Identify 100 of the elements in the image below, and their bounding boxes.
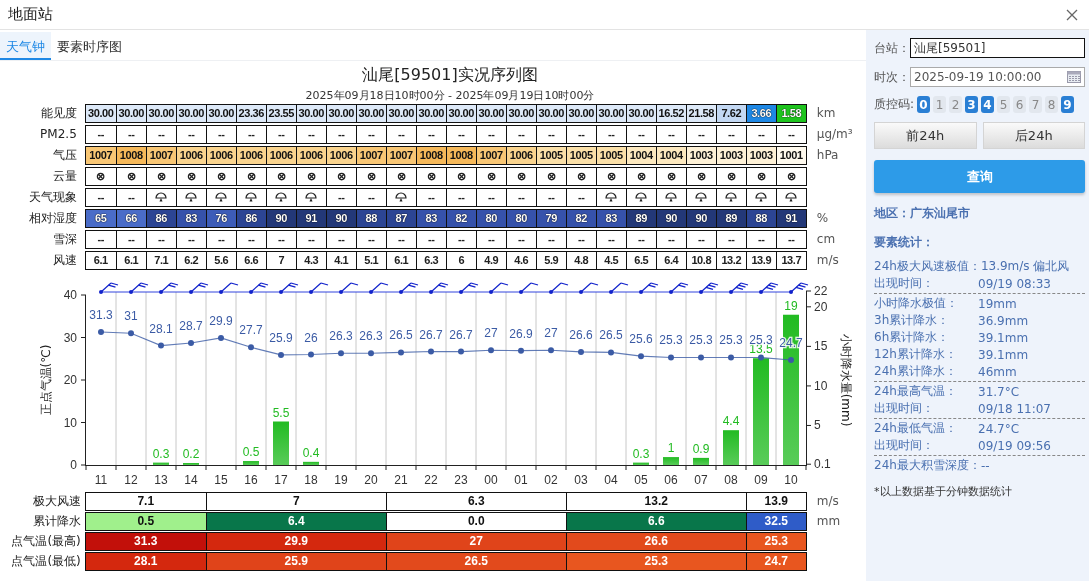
temperature-point	[428, 348, 434, 355]
chart-title: 汕尾[59501]实况序列图	[361, 65, 539, 86]
axis-tick-label: 08	[724, 473, 738, 487]
table-cell: 1.58	[775, 104, 806, 122]
stat-value: 36.9mm	[978, 313, 1029, 328]
table-cell: 79	[535, 209, 566, 227]
table-cell: 83	[415, 209, 446, 227]
qc-code-toggle[interactable]: 8	[1045, 96, 1059, 113]
stat-label: 出现时间：	[874, 275, 935, 292]
close-icon[interactable]	[1066, 8, 1078, 21]
qc-code-toggle[interactable]: 6	[1013, 96, 1027, 113]
precipitation-bar	[303, 461, 319, 465]
stat-value: 39.1mm	[978, 330, 1029, 345]
axis-tick-label: 22	[814, 284, 828, 298]
qc-code-toggle[interactable]: 7	[1029, 96, 1043, 113]
qc-code-toggle[interactable]: 1	[933, 96, 947, 113]
shower-icon	[305, 191, 318, 203]
qc-code-toggle[interactable]: 0	[917, 96, 931, 113]
temperature-point	[638, 353, 644, 360]
temperature-point	[548, 347, 554, 354]
table-cell: 21.58	[685, 104, 716, 122]
table-cell: 80	[505, 209, 536, 227]
table-cell: 89	[625, 209, 656, 227]
query-button[interactable]: 查询	[874, 160, 1085, 193]
axis-tick-label: 0.1	[814, 457, 831, 472]
stat-value: 09/18 11:07	[978, 401, 1051, 416]
axis-tick-label: 15	[214, 473, 228, 487]
table-cell: 91	[775, 209, 806, 227]
temperature-point	[338, 350, 344, 357]
data-label: 27	[544, 326, 558, 341]
row-label: PM2.5	[39, 127, 78, 141]
shower-icon	[605, 191, 618, 203]
data-label: 26.3	[329, 329, 353, 344]
table-cell: 1006	[175, 146, 206, 164]
tab[interactable]: 要素时序图	[51, 32, 128, 60]
precipitation-bar	[693, 457, 709, 465]
qc-code-toggle[interactable]: 9	[1061, 96, 1075, 113]
shower-icon	[185, 191, 198, 203]
date-field[interactable]: 2025-09-19 10:00:00	[910, 67, 1085, 87]
shower-icon	[155, 191, 168, 203]
temperature-point	[398, 349, 404, 356]
row-label: 点气温(最高)	[11, 532, 81, 550]
data-label: 26	[304, 330, 318, 345]
shower-icon	[665, 191, 678, 203]
field-label: 质控码:	[874, 96, 915, 113]
temperature-point	[788, 357, 794, 364]
temperature-point	[578, 348, 584, 355]
table-cell: 1005	[565, 146, 596, 164]
table-cell: 30.00	[445, 104, 476, 122]
stat-value: 31.7°C	[978, 384, 1020, 399]
table-cell: 23.36	[235, 104, 266, 122]
temperature-point	[188, 340, 194, 347]
table-cell: 1008	[415, 146, 446, 164]
axis-tick-label: 18	[304, 473, 318, 487]
axis-tick-label: 21	[394, 473, 408, 487]
table-cell: 7.62	[715, 104, 746, 122]
qc-code-toggle[interactable]: 4	[981, 96, 995, 113]
axis-tick-label: 23	[454, 473, 468, 487]
axis-tick-label: 09	[754, 473, 768, 487]
table-cell: 1004	[625, 146, 656, 164]
table-cell: 24.7	[745, 552, 806, 570]
table-cell: 32.5	[745, 512, 806, 530]
precipitation-bar	[153, 462, 169, 465]
table-cell: 86	[235, 209, 266, 227]
table-cell: 1007	[475, 146, 506, 164]
qc-code-toggle[interactable]: 3	[965, 96, 979, 113]
axis-tick-label: 11	[94, 473, 108, 487]
table-cell: 1008	[115, 146, 146, 164]
nav-button[interactable]: 后24h	[982, 122, 1085, 149]
table-cell: 28.1	[85, 552, 206, 570]
temperature-point	[758, 354, 764, 361]
unit-label: %	[816, 211, 829, 225]
qc-code-toggle[interactable]: 5	[997, 96, 1011, 113]
row-label: 相对湿度	[27, 209, 78, 227]
axis-tick-label: 17	[274, 473, 288, 487]
nav-button[interactable]: 前24h	[874, 122, 977, 149]
table-cell: 88	[355, 209, 386, 227]
table-cell: 1006	[235, 146, 266, 164]
data-label: 25.9	[269, 330, 293, 345]
temperature-point	[518, 347, 524, 354]
table-cell: 23.55	[265, 104, 296, 122]
tab[interactable]: 天气钟	[0, 32, 51, 60]
stat-label: 出现时间：	[874, 437, 935, 454]
unit-label: m/s	[816, 253, 839, 267]
temperature-point	[308, 351, 314, 358]
row-label: 云量	[51, 167, 78, 185]
stat-value: 46mm	[978, 364, 1017, 379]
precipitation-bar	[243, 461, 259, 465]
field-label: 时次：	[874, 68, 910, 86]
table-cell: 30.00	[535, 104, 566, 122]
stat-label: 24h最高气温：	[874, 383, 958, 400]
axis-tick-label: 03	[574, 473, 588, 487]
table-cell: 30.00	[505, 104, 536, 122]
chart-subtitle: 2025年09月18日10时00分 - 2025年09月19日10时00分	[304, 88, 596, 103]
row-label: 点气温(最低)	[11, 552, 81, 570]
stat-value: 13.9m/s 偏北风	[980, 258, 1070, 275]
input-field[interactable]: 汕尾[59501]	[910, 38, 1085, 58]
shower-icon	[275, 191, 288, 203]
qc-code-toggle[interactable]: 2	[949, 96, 963, 113]
axis-tick-label: 07	[694, 473, 708, 487]
